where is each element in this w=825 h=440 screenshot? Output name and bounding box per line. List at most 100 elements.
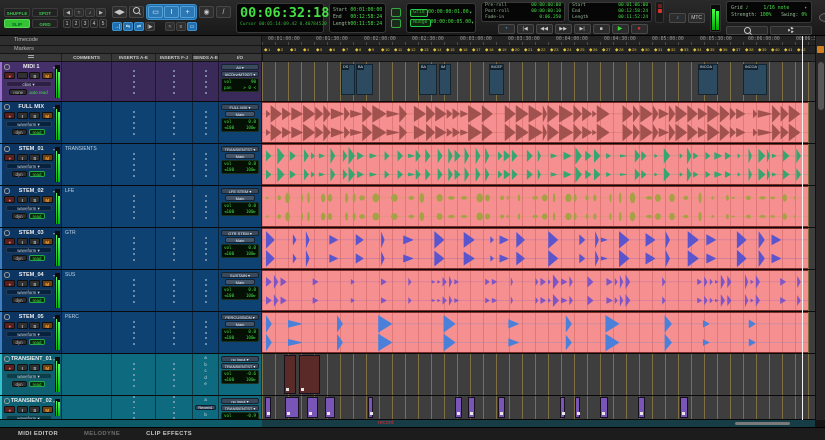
inserts-fj-cell[interactable]	[156, 396, 193, 419]
output-bus-selector[interactable]: Main	[225, 152, 255, 159]
midi-clip[interactable]: DS	[341, 64, 355, 95]
add-marker-button[interactable]	[817, 46, 824, 53]
input-monitor-button[interactable]	[16, 72, 28, 79]
output-bus-selector[interactable]: Main	[225, 320, 255, 327]
sends-ae-cell[interactable]	[193, 228, 219, 269]
marker[interactable]: ◆12	[407, 46, 415, 53]
record-enable-button[interactable]: ●	[4, 154, 16, 161]
trim-tool-button[interactable]: ◀▶	[112, 6, 127, 18]
dyn-button[interactable]: dyn	[11, 380, 27, 388]
dyn-button[interactable]: dyn	[11, 170, 27, 178]
grid-caret-icon[interactable]: ▾	[469, 10, 472, 16]
mirror-midi-button[interactable]: ≈	[165, 22, 175, 31]
send-slot-dot[interactable]	[204, 326, 207, 328]
track-freeze-icon[interactable]	[4, 146, 10, 152]
midi-clip[interactable]: BA	[419, 64, 437, 95]
timecode-ruler-lane[interactable]: 00:01:00:00 00:01:30:00 00:02:00:00 00:02:3…	[262, 36, 825, 45]
insert-slot-dot[interactable]	[132, 337, 135, 339]
track-view-selector[interactable]: waveform ▾	[5, 414, 52, 419]
send-slot-dot[interactable]	[204, 211, 207, 213]
insert-slot-dot[interactable]	[132, 152, 135, 155]
sends-ae-cell[interactable]	[193, 186, 219, 227]
inserts-ae-cell[interactable]	[112, 354, 156, 395]
insert-slot-dot[interactable]	[132, 406, 135, 409]
online-button[interactable]: ◔	[497, 24, 515, 34]
midi-clip[interactable]: INCOA	[698, 64, 718, 95]
link-timeline-edit-button[interactable]: ⇆	[123, 22, 133, 31]
send-slot-letter[interactable]: b	[204, 362, 206, 367]
inserts-fj-cell[interactable]	[156, 144, 193, 185]
markers-lane[interactable]: ◆1 ◆2 ◆3 ◆4 ◆5 ◆6 ◆7 ◆8 ◆9 ◆10 ◆11 ◆12 ◆13 ◆14 ◆15 ◆16 ◆…	[262, 46, 825, 53]
insert-slot-dot[interactable]	[132, 368, 135, 370]
marker[interactable]: ◆38	[745, 46, 753, 53]
toolbar-options-button[interactable]	[819, 13, 825, 22]
marker[interactable]: ◆30	[641, 46, 649, 53]
input-path-selector[interactable]: All ▾	[221, 63, 259, 70]
insert-slot-dot[interactable]	[132, 411, 135, 414]
send-slot-dot[interactable]	[204, 247, 207, 250]
marker[interactable]: ◆2	[277, 46, 283, 53]
track-name[interactable]: STEM_05	[11, 314, 52, 320]
vertical-scrollbar[interactable]	[815, 36, 825, 420]
send-slot-letter[interactable]: c	[204, 368, 206, 373]
marker[interactable]: ◆11	[394, 46, 402, 53]
solo-button[interactable]: S	[29, 280, 41, 287]
track-freeze-icon[interactable]	[4, 230, 10, 236]
dyn-button[interactable]: dyn	[11, 296, 27, 304]
insertion-follows-button[interactable]: |▶	[145, 22, 155, 31]
zoom-in-button[interactable]: ▶	[96, 7, 106, 17]
insert-slot-dot[interactable]	[132, 86, 135, 88]
inserts-fj-cell[interactable]	[156, 312, 193, 353]
record-enable-button[interactable]: ●	[4, 72, 16, 79]
marker[interactable]: ◆7	[342, 46, 348, 53]
insert-slot-dot[interactable]	[173, 401, 175, 404]
track-freeze-icon[interactable]	[4, 64, 10, 70]
send-slot-dot[interactable]	[204, 132, 207, 135]
column-header-comments[interactable]: COMMENTS	[62, 54, 112, 61]
insert-slot-dot[interactable]	[132, 362, 135, 365]
settings-button[interactable]	[770, 25, 813, 35]
volume-display[interactable]: vol 0.0 ◄100 100►	[221, 327, 259, 342]
audio-clip[interactable]	[262, 270, 808, 311]
marker[interactable]: ◆32	[667, 46, 675, 53]
audio-clip[interactable]	[262, 102, 808, 143]
insert-slot-dot[interactable]	[132, 236, 135, 239]
send-slot-dot[interactable]	[204, 86, 207, 88]
track-view-selector[interactable]: waveform ▾	[5, 330, 52, 338]
layered-edit-button[interactable]: ≡	[176, 22, 186, 31]
sends-ae-cell[interactable]	[193, 144, 219, 185]
insert-slot-dot[interactable]	[173, 236, 175, 239]
marker[interactable]: ◆22	[537, 46, 545, 53]
automation-mode-button[interactable]: read	[28, 254, 46, 262]
insert-slot-dot[interactable]	[173, 362, 175, 365]
track-name[interactable]: TRANSIENT_01	[11, 356, 52, 362]
midi-zoom-button[interactable]: ♪	[85, 7, 95, 17]
mute-button[interactable]: M	[41, 112, 53, 119]
volume-display[interactable]: vol 0.0 ◄100 100►	[221, 201, 259, 216]
marker[interactable]: ◆9	[368, 46, 374, 53]
automation-mode-button[interactable]: read	[28, 296, 46, 304]
marker[interactable]: ◆3	[290, 46, 296, 53]
track-lane[interactable]	[262, 312, 825, 353]
insert-slot-dot[interactable]	[173, 379, 175, 381]
insert-slot-dot[interactable]	[132, 194, 135, 197]
solo-button[interactable]: S	[29, 322, 41, 329]
output-path-selector[interactable]: LFE STEM ▾	[221, 187, 259, 194]
track-lane[interactable]	[262, 270, 825, 311]
comments-cell[interactable]: LFE	[62, 186, 112, 227]
output-bus-selector[interactable]: Main	[225, 278, 255, 285]
transient-clip[interactable]	[368, 397, 373, 418]
output-bus-selector[interactable]: Main	[225, 236, 255, 243]
output-bus-selector[interactable]: Main	[225, 194, 255, 201]
marker[interactable]: ◆4	[303, 46, 309, 53]
input-monitor-button[interactable]: I	[16, 322, 28, 329]
send-slot-dot[interactable]	[204, 127, 207, 129]
rewind-button[interactable]: ◀◀	[535, 24, 553, 34]
insert-slot-dot[interactable]	[132, 289, 135, 292]
tab-clip-effects[interactable]: CLIP EFFECTS	[146, 431, 192, 437]
output-path-selector[interactable]: PERCUSSION ▾	[221, 313, 259, 320]
send-slot-dot[interactable]	[204, 163, 207, 166]
track-view-selector[interactable]: waveform ▾	[5, 162, 52, 170]
automation-mode-button[interactable]: read	[28, 338, 46, 346]
swing-value[interactable]: 0%	[801, 13, 807, 18]
